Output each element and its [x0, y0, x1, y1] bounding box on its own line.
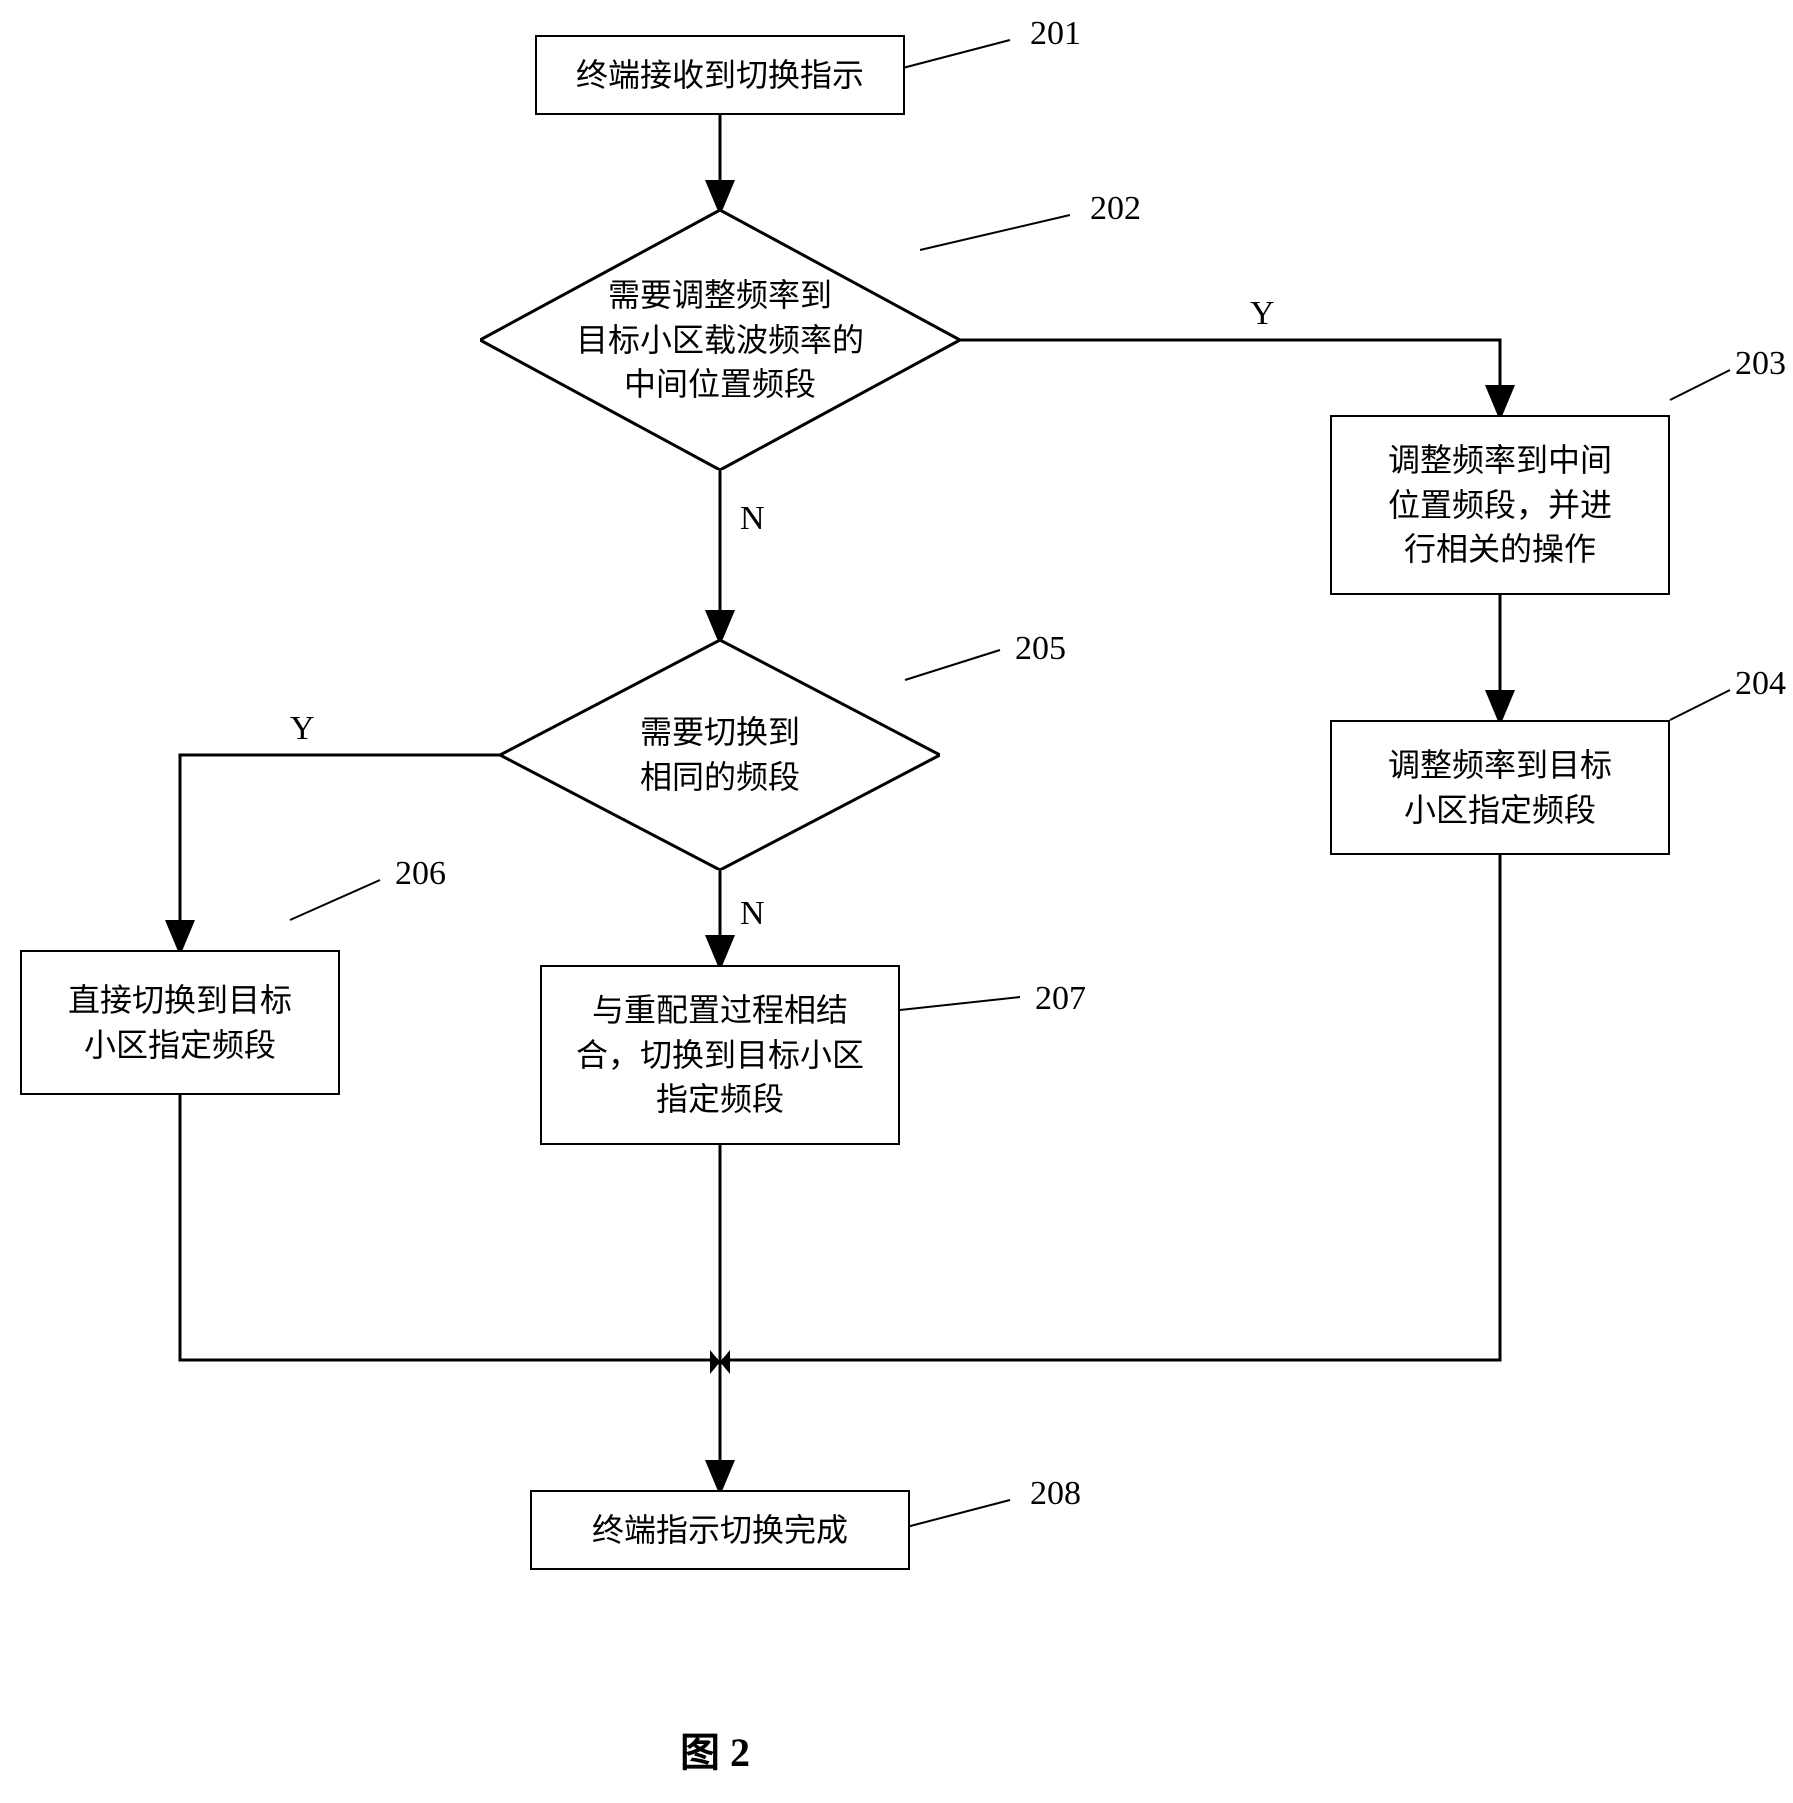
node-202-text: 需要调整频率到 目标小区载波频率的 中间位置频段 [576, 273, 864, 407]
node-208-text: 终端指示切换完成 [592, 1508, 848, 1553]
label-207: 207 [1035, 980, 1086, 1018]
node-203-text: 调整频率到中间 位置频段，并进 行相关的操作 [1388, 438, 1612, 572]
node-205-text: 需要切换到 相同的频段 [640, 710, 800, 800]
node-201-text: 终端接收到切换指示 [576, 53, 864, 98]
edge-205-n: N [740, 895, 765, 933]
edge-202-n: N [740, 500, 765, 538]
label-203: 203 [1735, 345, 1786, 383]
edge-205-y: Y [290, 710, 315, 748]
node-206: 直接切换到目标 小区指定频段 [20, 950, 340, 1095]
label-206: 206 [395, 855, 446, 893]
figure-caption: 图 2 [680, 1720, 750, 1778]
label-201: 201 [1030, 15, 1081, 53]
node-207-text: 与重配置过程相结 合，切换到目标小区 指定频段 [576, 988, 864, 1122]
label-202: 202 [1090, 190, 1141, 228]
label-205: 205 [1015, 630, 1066, 668]
node-204: 调整频率到目标 小区指定频段 [1330, 720, 1670, 855]
node-208: 终端指示切换完成 [530, 1490, 910, 1570]
node-205: 需要切换到 相同的频段 [500, 640, 940, 870]
node-206-text: 直接切换到目标 小区指定频段 [68, 978, 292, 1068]
node-202: 需要调整频率到 目标小区载波频率的 中间位置频段 [480, 210, 960, 470]
edge-202-y: Y [1250, 295, 1275, 333]
node-207: 与重配置过程相结 合，切换到目标小区 指定频段 [540, 965, 900, 1145]
label-204: 204 [1735, 665, 1786, 703]
label-208: 208 [1030, 1475, 1081, 1513]
node-203: 调整频率到中间 位置频段，并进 行相关的操作 [1330, 415, 1670, 595]
node-201: 终端接收到切换指示 [535, 35, 905, 115]
node-204-text: 调整频率到目标 小区指定频段 [1388, 743, 1612, 833]
